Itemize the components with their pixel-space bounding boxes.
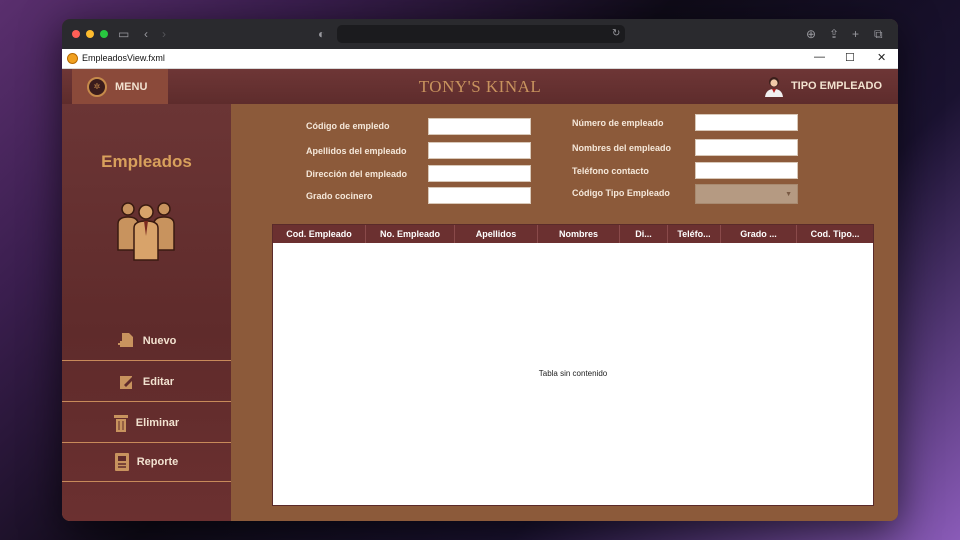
tipo-label: Código Tipo Empleado (572, 188, 670, 198)
browser-window: ▭ ‹ › ◐ ↻ ⊕ ⇪ + ⧉ EmpleadosView.fxml — ☐… (62, 19, 898, 521)
tipo-empleado-label: TIPO EMPLEADO (790, 80, 882, 92)
minimize-icon[interactable]: — (814, 51, 825, 63)
app-title-bar: EmpleadosView.fxml — ☐ ✕ (62, 49, 898, 69)
nuevo-button[interactable]: Nuevo (62, 321, 231, 361)
close-icon[interactable]: ✕ (877, 51, 886, 64)
telefono-input[interactable] (695, 162, 798, 179)
column-header[interactable]: Cod. Tipo... (797, 225, 873, 243)
forward-icon[interactable]: › (162, 26, 166, 42)
sidebar-toggle-icon[interactable]: ▭ (118, 26, 129, 42)
grado-label: Grado cocinero (306, 191, 373, 201)
grado-input[interactable] (428, 187, 531, 204)
shield-icon[interactable]: ◐ (318, 26, 325, 42)
eliminar-label: Eliminar (135, 416, 180, 429)
column-header[interactable]: Cod. Empleado (273, 225, 366, 243)
codigo-label: Código de empledo (306, 121, 390, 131)
reporte-button[interactable]: Reporte (62, 442, 231, 482)
report-icon (114, 452, 129, 471)
nombres-label: Nombres del empleado (572, 143, 672, 153)
apellidos-input[interactable] (428, 142, 531, 159)
column-header[interactable]: Grado ... (721, 225, 797, 243)
app-window-title: EmpleadosView.fxml (82, 53, 165, 63)
main-content: Código de empledo Apellidos del empleado… (231, 104, 898, 521)
new-tab-icon[interactable]: + (852, 26, 859, 42)
zoom-window-button[interactable] (100, 30, 108, 38)
eliminar-button[interactable]: Eliminar (62, 403, 231, 443)
column-header[interactable]: No. Empleado (366, 225, 455, 243)
numero-input[interactable] (695, 114, 798, 131)
reporte-label: Reporte (136, 455, 179, 468)
nombres-input[interactable] (695, 139, 798, 156)
nuevo-label: Nuevo (142, 334, 177, 347)
numero-label: Número de empleado (572, 118, 664, 128)
trash-icon (113, 414, 128, 432)
column-header[interactable]: Teléfo... (668, 225, 721, 243)
editar-label: Editar (142, 375, 175, 388)
sidebar: Empleados Nuevo Editar Eliminar Reporte (62, 104, 231, 521)
share-icon[interactable]: ⇪ (829, 26, 839, 42)
employees-table[interactable]: Cod. Empleado No. Empleado Apellidos Nom… (272, 224, 874, 506)
tipo-empleado-button[interactable]: TIPO EMPLEADO (762, 74, 882, 98)
app-root: ✲ MENU TONY'S KINAL TIPO EMPLEADO Emplea… (62, 69, 898, 521)
minimize-window-button[interactable] (86, 30, 94, 38)
app-icon (67, 53, 78, 64)
column-header[interactable]: Apellidos (455, 225, 538, 243)
column-header[interactable]: Di... (620, 225, 668, 243)
table-empty-placeholder: Tabla sin contenido (538, 369, 608, 378)
table-header: Cod. Empleado No. Empleado Apellidos Nom… (273, 225, 873, 243)
column-header[interactable]: Nombres (538, 225, 620, 243)
apellidos-label: Apellidos del empleado (306, 146, 407, 156)
new-file-icon (117, 332, 133, 347)
maximize-icon[interactable]: ☐ (845, 51, 855, 64)
back-icon[interactable]: ‹ (144, 26, 148, 42)
address-bar[interactable] (337, 25, 625, 43)
close-window-button[interactable] (72, 30, 80, 38)
sidebar-title: Empleados (101, 152, 192, 171)
window-controls (72, 30, 108, 38)
employees-group-icon (117, 202, 175, 261)
direccion-label: Dirección del empleado (306, 169, 408, 179)
chevron-down-icon: ▼ (785, 191, 792, 198)
tab-overview-icon[interactable]: ⧉ (874, 26, 883, 42)
download-icon[interactable]: ⊕ (806, 26, 816, 42)
telefono-label: Teléfono contacto (572, 166, 649, 176)
browser-toolbar: ▭ ‹ › ◐ ↻ ⊕ ⇪ + ⧉ (62, 19, 898, 49)
top-bar: ✲ MENU TONY'S KINAL TIPO EMPLEADO (62, 69, 898, 104)
edit-icon (119, 375, 134, 389)
employee-avatar-icon (764, 77, 783, 97)
codigo-input[interactable] (428, 118, 531, 135)
reload-icon[interactable]: ↻ (612, 26, 620, 42)
direccion-input[interactable] (428, 165, 531, 182)
editar-button[interactable]: Editar (62, 362, 231, 402)
tipo-empleado-select[interactable]: ▼ (695, 184, 798, 204)
